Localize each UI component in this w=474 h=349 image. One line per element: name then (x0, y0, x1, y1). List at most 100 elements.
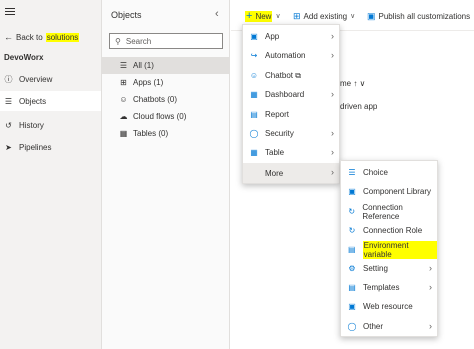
menu-item-setting[interactable]: ⚙ Setting › (341, 259, 437, 278)
app-icon: ▣ (250, 31, 258, 41)
menu-item-chatbot[interactable]: ☺ Chatbot ⧉ (243, 66, 339, 85)
menu-item-label: Choice (363, 168, 388, 177)
object-item-label: Chatbots (0) (133, 95, 178, 104)
connection-reference-icon: ↻ (348, 206, 356, 216)
add-existing-icon: ⊞ (293, 10, 301, 21)
back-to-solutions-link[interactable]: ← Back to solutions (4, 31, 80, 44)
publish-icon: ▣ (367, 10, 376, 21)
object-item-label: Apps (1) (133, 78, 164, 87)
search-icon: ⚲ (115, 36, 121, 46)
nav-item-label: Overview (19, 74, 53, 84)
search-input[interactable]: ⚲ Search (109, 33, 223, 49)
menu-item-app[interactable]: ▣ App › (243, 27, 339, 46)
menu-item-label: Connection Role (363, 226, 423, 235)
collapse-chevron-icon[interactable]: ‹ (215, 8, 219, 20)
search-placeholder: Search (125, 36, 152, 46)
nav-item-label: Objects (19, 96, 47, 106)
menu-item-templates[interactable]: ▤ Templates › (341, 278, 437, 297)
chevron-right-icon: › (331, 128, 334, 138)
nav-item-label: Pipelines (19, 142, 52, 152)
list-icon: ☰ (4, 96, 13, 106)
grid-row-name[interactable]: driven app (340, 102, 377, 111)
security-icon: ◯ (249, 128, 259, 138)
objects-title: Objects (111, 10, 142, 20)
menu-item-automation[interactable]: ↪ Automation › (243, 46, 339, 65)
grid-icon: ⊞ (120, 78, 127, 87)
object-item-chatbots[interactable]: ☺ Chatbots (0) (102, 91, 229, 108)
publish-label: Publish all customizations (378, 11, 471, 21)
choice-icon: ☰ (348, 167, 356, 177)
templates-icon: ▤ (348, 282, 356, 292)
nav-item-label: History (19, 120, 44, 130)
chevron-right-icon: › (331, 147, 334, 157)
menu-item-web-resource[interactable]: ▣ Web resource (341, 297, 437, 316)
left-navigation: ← Back to solutions DevoWorx ⓘ Overview … (0, 0, 102, 349)
nav-item-overview[interactable]: ⓘ Overview (0, 69, 101, 89)
object-item-apps[interactable]: ⊞ Apps (1) (102, 74, 229, 91)
add-existing-button[interactable]: ⊞ Add existing ∨ (293, 9, 355, 23)
menu-item-label: Connection Reference (362, 202, 403, 221)
menu-item-more[interactable]: More › (243, 163, 339, 183)
menu-item-environment-variable[interactable]: ▤ Environment variable (341, 240, 437, 259)
menu-item-label: Dashboard (265, 90, 305, 99)
menu-item-label: App (265, 32, 280, 41)
menu-item-label: Chatbot ⧉ (265, 70, 301, 80)
add-existing-label: Add existing (303, 11, 348, 21)
menu-item-label: Report (265, 110, 290, 119)
menu-item-label: Security (265, 129, 294, 138)
history-icon: ↺ (5, 120, 12, 130)
menu-item-security[interactable]: ◯ Security › (243, 124, 339, 143)
new-button-highlight: + New (245, 9, 273, 22)
publish-button[interactable]: ▣ Publish all customizations (367, 9, 470, 23)
menu-item-label: More (265, 168, 284, 178)
grid-column-header[interactable]: me ↑ ∨ (340, 79, 365, 88)
menu-item-table[interactable]: ▦ Table › (243, 143, 339, 162)
hamburger-menu-icon[interactable] (5, 8, 15, 16)
plus-icon: + (246, 9, 253, 22)
chevron-right-icon: › (331, 50, 334, 60)
menu-item-connection-role[interactable]: ↻ Connection Role (341, 221, 437, 240)
chevron-right-icon: › (429, 282, 432, 292)
menu-item-connection-reference[interactable]: ↻ Connection Reference (341, 202, 437, 221)
menu-item-label: Component Library (363, 187, 432, 196)
menu-item-label: Environment variable (362, 240, 437, 259)
menu-item-dashboard[interactable]: ▦ Dashboard › (243, 85, 339, 104)
cloud-icon: ☁ (119, 112, 128, 121)
rocket-icon: ➤ (5, 142, 12, 152)
menu-item-report[interactable]: ▤ Report (243, 105, 339, 124)
nav-item-objects[interactable]: ☰ Objects (0, 91, 101, 111)
list-icon: ☰ (119, 61, 128, 70)
object-item-cloud-flows[interactable]: ☁ Cloud flows (0) (102, 108, 229, 125)
report-icon: ▤ (250, 109, 258, 119)
object-item-label: All (1) (133, 61, 154, 70)
automation-icon: ↪ (250, 50, 258, 60)
object-item-tables[interactable]: ▦ Tables (0) (102, 125, 229, 142)
more-submenu: ☰ Choice ▣ Component Library ↻ Connectio… (340, 160, 438, 337)
info-icon: ⓘ (4, 74, 13, 84)
dashboard-icon: ▦ (250, 89, 258, 99)
environment-name: DevoWorx (4, 53, 44, 62)
nav-item-pipelines[interactable]: ➤ Pipelines (0, 137, 101, 157)
table-icon: ▦ (250, 147, 258, 157)
web-resource-icon: ▣ (348, 301, 356, 311)
menu-item-label: Web resource (363, 302, 413, 311)
nav-item-history[interactable]: ↺ History (0, 115, 101, 135)
more-spacer (249, 168, 259, 178)
menu-item-label: Table (265, 148, 285, 157)
back-link-highlight: solutions (45, 33, 80, 42)
menu-item-choice[interactable]: ☰ Choice (341, 163, 437, 182)
menu-item-component-library[interactable]: ▣ Component Library (341, 182, 437, 201)
new-menu: ▣ App › ↪ Automation › ☺ Chatbot ⧉ ▦ Das… (242, 24, 340, 184)
object-item-label: Cloud flows (0) (133, 112, 187, 121)
chevron-right-icon: › (331, 31, 334, 41)
objects-pane: Objects ‹ ⚲ Search ☰ All (1) ⊞ Apps (1) … (102, 0, 230, 349)
new-button[interactable]: + New ∨ (245, 9, 281, 23)
environment-variable-icon: ▤ (348, 244, 356, 254)
menu-item-other[interactable]: ◯ Other › (341, 317, 437, 336)
chevron-right-icon: › (331, 167, 334, 177)
chevron-right-icon: › (331, 89, 334, 99)
other-icon: ◯ (347, 321, 357, 331)
table-icon: ▦ (119, 129, 128, 138)
menu-item-label: Templates (363, 283, 400, 292)
object-item-all[interactable]: ☰ All (1) (102, 57, 229, 74)
